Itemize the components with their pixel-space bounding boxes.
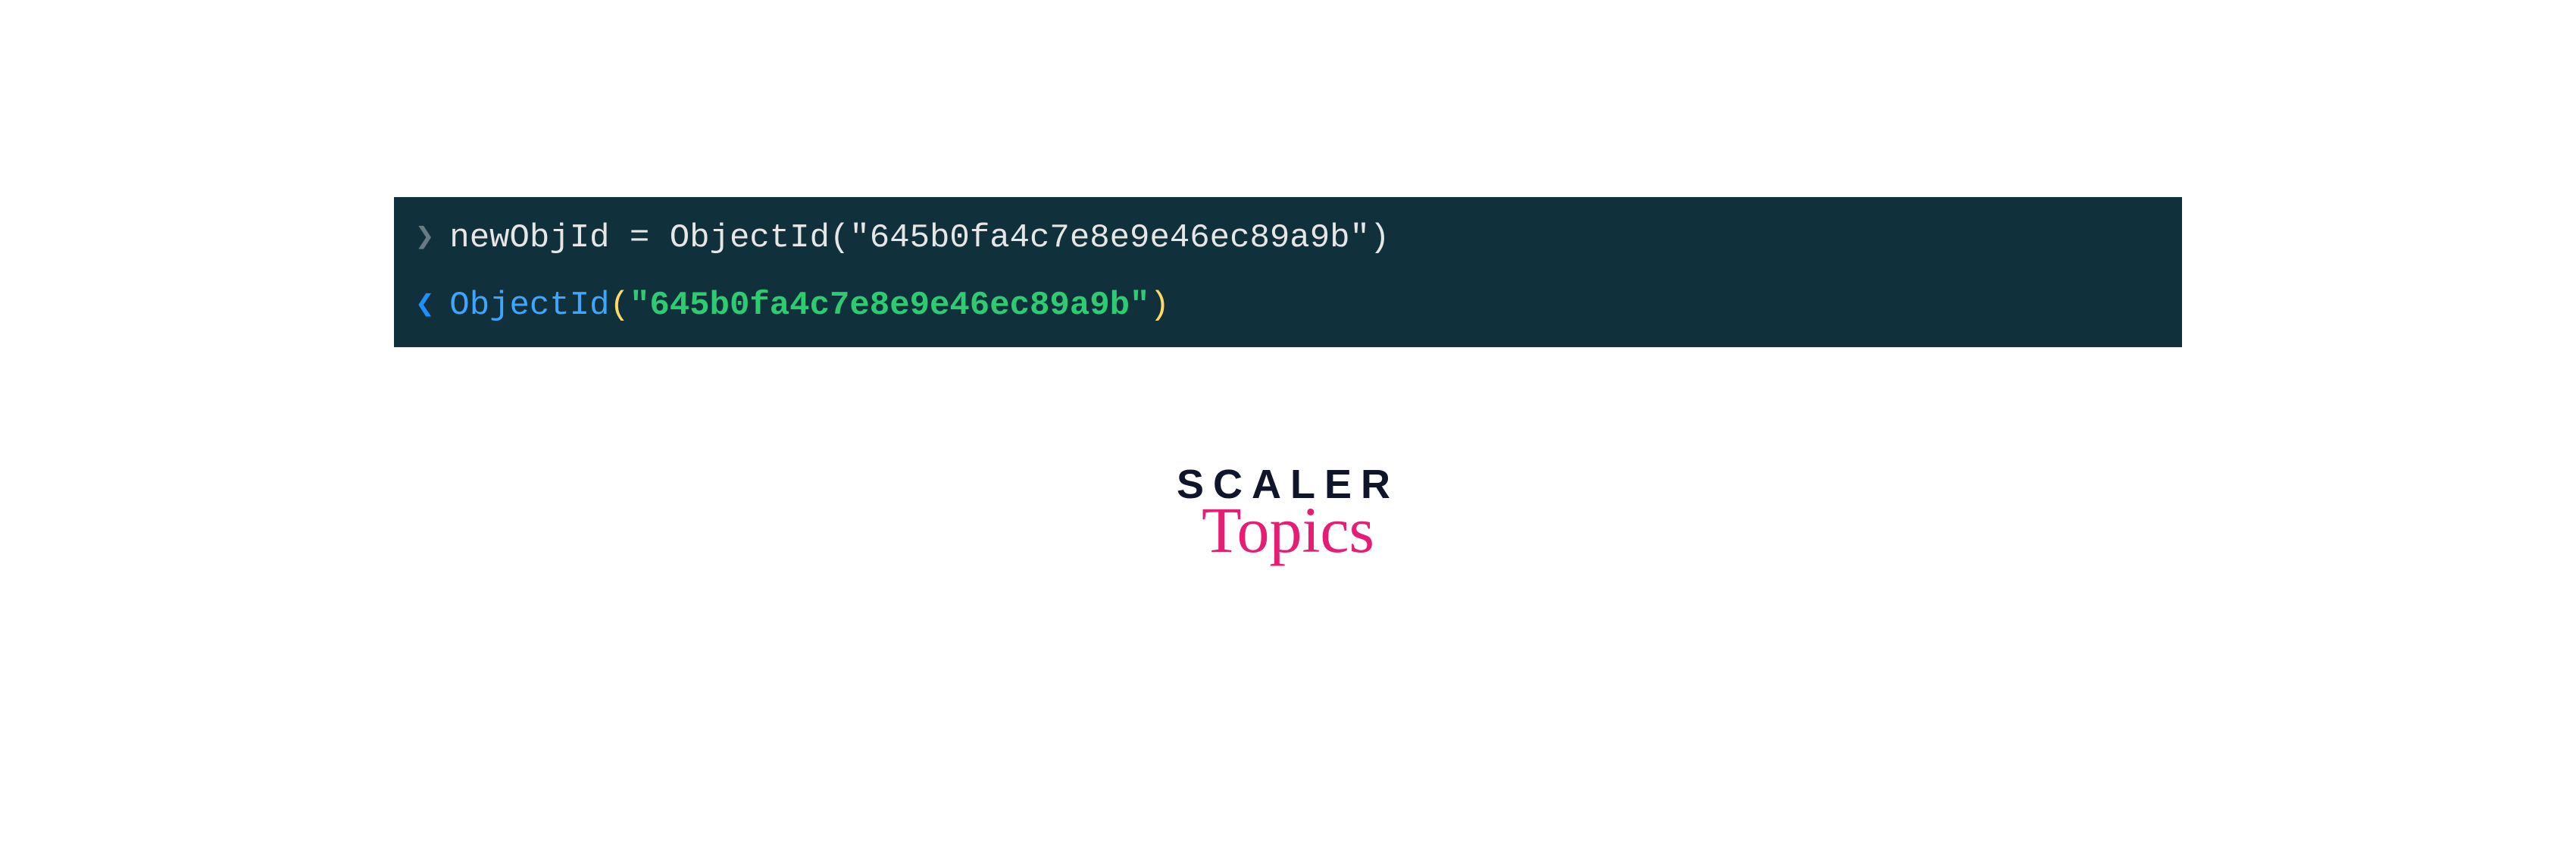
input-close-paren: ) <box>1370 217 1390 260</box>
output-function: ObjectId <box>449 284 609 327</box>
input-operator: = <box>610 217 670 260</box>
output-argument: "645b0fa4c7e8e9e46ec89a9b" <box>630 284 1150 327</box>
output-close-paren: ) <box>1149 284 1169 327</box>
input-prompt-icon: ❯ <box>415 218 434 259</box>
brand-logo: SCALER Topics <box>1177 461 1399 562</box>
input-function: ObjectId <box>670 217 830 260</box>
console-panel: ❯ newObjId = ObjectId ( "645b0fa4c7e8e9e… <box>394 197 2182 347</box>
input-open-paren: ( <box>830 217 849 260</box>
output-prompt-icon: ❮ <box>415 285 434 327</box>
input-argument: "645b0fa4c7e8e9e46ec89a9b" <box>849 217 1370 260</box>
output-open-paren: ( <box>610 284 630 327</box>
input-variable: newObjId <box>449 217 609 260</box>
console-output-line: ❮ ObjectId ( "645b0fa4c7e8e9e46ec89a9b" … <box>415 284 2161 327</box>
logo-secondary-text: Topics <box>1202 497 1374 562</box>
console-input-line: ❯ newObjId = ObjectId ( "645b0fa4c7e8e9e… <box>415 217 2161 260</box>
